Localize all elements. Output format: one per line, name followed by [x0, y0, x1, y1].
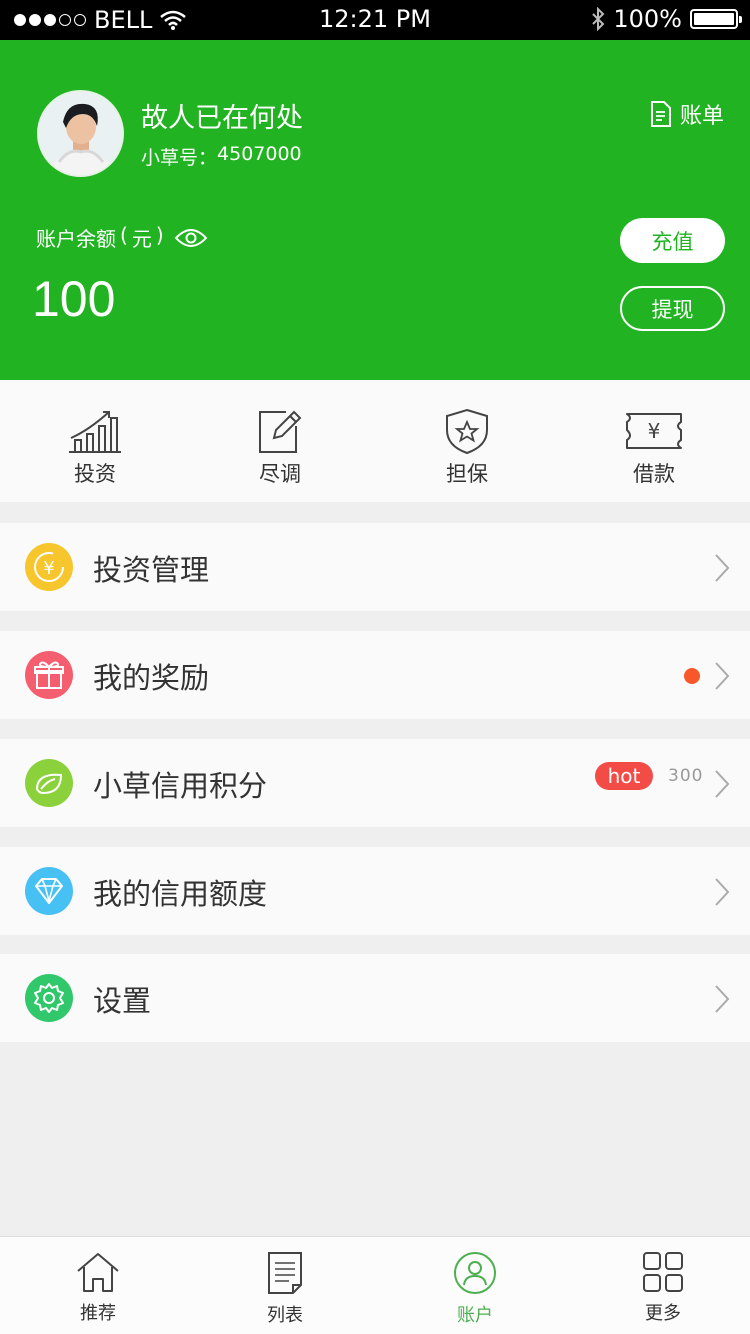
menu-item-rewards[interactable]: 我的奖励 [0, 631, 750, 719]
shortcut-bar: 投资 尽调 担保 ¥ 借款 [0, 380, 750, 502]
shield-icon [446, 408, 488, 454]
status-bar: BELL 12:21 PM 100% [0, 0, 750, 40]
battery-percent: 100% [613, 5, 682, 33]
menu-label: 小草信用积分 [93, 769, 268, 803]
grid-icon [643, 1252, 683, 1292]
menu-label: 我的奖励 [93, 661, 210, 695]
document-icon [650, 101, 671, 127]
diamond-icon [25, 867, 73, 915]
notification-dot [684, 668, 700, 684]
menu-item-credit-score[interactable]: 小草信用积分 hot 300 [0, 739, 750, 827]
battery-icon [690, 9, 742, 29]
avatar-image [39, 92, 122, 175]
chevron-right-icon [715, 554, 730, 582]
tab-label: 更多 [645, 1303, 681, 1324]
menu-label: 我的信用额度 [93, 877, 268, 911]
chevron-right-icon [715, 770, 730, 798]
tab-recommend[interactable]: 推荐 [58, 1251, 138, 1325]
recharge-button[interactable]: 充值 [620, 218, 725, 263]
balance-unit: 元 [131, 227, 152, 251]
tab-account[interactable]: 账户 [435, 1251, 515, 1327]
edit-icon [259, 410, 302, 453]
shortcut-label: 投资 [74, 462, 116, 486]
tab-label: 账户 [457, 1305, 493, 1326]
paren-close: ) [155, 223, 164, 247]
tab-label: 列表 [267, 1305, 303, 1326]
svg-text:¥: ¥ [648, 419, 661, 443]
user-id-value: 4507000 [217, 143, 302, 165]
home-icon [77, 1253, 119, 1292]
bluetooth-icon [592, 7, 605, 31]
user-icon [454, 1252, 496, 1294]
money-icon: ¥ [626, 413, 682, 449]
shortcut-invest[interactable]: 投资 [50, 408, 140, 488]
tab-label: 推荐 [80, 1303, 116, 1324]
user-id: 小草号： 4507000 [141, 143, 302, 170]
avatar[interactable] [37, 90, 124, 177]
user-id-label: 小草号： [141, 147, 218, 169]
leaf-icon [25, 759, 73, 807]
menu-label: 投资管理 [93, 553, 210, 587]
paren-open: ( [120, 223, 128, 247]
tab-bar: 推荐 列表 账户 更多 [0, 1236, 750, 1334]
shortcut-guarantee[interactable]: 担保 [422, 408, 512, 488]
withdraw-button[interactable]: 提现 [620, 286, 725, 331]
shortcut-label: 尽调 [259, 462, 301, 486]
list-icon [268, 1252, 302, 1294]
gift-icon [25, 651, 73, 699]
menu-item-settings[interactable]: 设置 [0, 954, 750, 1042]
yuan-icon: ¥ [25, 543, 73, 591]
balance-label-text: 账户余额 [36, 227, 116, 251]
shortcut-label: 借款 [633, 462, 675, 486]
eye-icon[interactable] [174, 228, 208, 248]
credit-score-value: 300 [668, 766, 704, 786]
account-header: 故人已在何处 小草号： 4507000 账单 账户余额 ( 元 ) 100 充值… [0, 40, 750, 380]
chart-icon [69, 411, 121, 453]
menu-label: 设置 [93, 984, 152, 1018]
bill-label: 账单 [679, 104, 724, 129]
chevron-right-icon [715, 985, 730, 1013]
menu-item-credit-limit[interactable]: 我的信用额度 [0, 847, 750, 935]
balance-amount: 100 [32, 271, 116, 327]
shortcut-label: 担保 [446, 462, 488, 486]
chevron-right-icon [715, 878, 730, 906]
hot-badge: hot [595, 762, 653, 790]
username: 故人已在何处 [141, 103, 303, 134]
shortcut-survey[interactable]: 尽调 [235, 408, 325, 488]
shortcut-loan[interactable]: ¥ 借款 [609, 408, 699, 488]
tab-more[interactable]: 更多 [623, 1251, 703, 1325]
chevron-right-icon [715, 662, 730, 690]
bill-link[interactable]: 账单 [650, 98, 724, 130]
menu-item-invest-management[interactable]: ¥ 投资管理 [0, 523, 750, 611]
gear-icon [25, 974, 73, 1022]
svg-text:¥: ¥ [43, 558, 54, 579]
balance-label: 账户余额 ( 元 ) [36, 223, 208, 252]
tab-list[interactable]: 列表 [245, 1251, 325, 1327]
